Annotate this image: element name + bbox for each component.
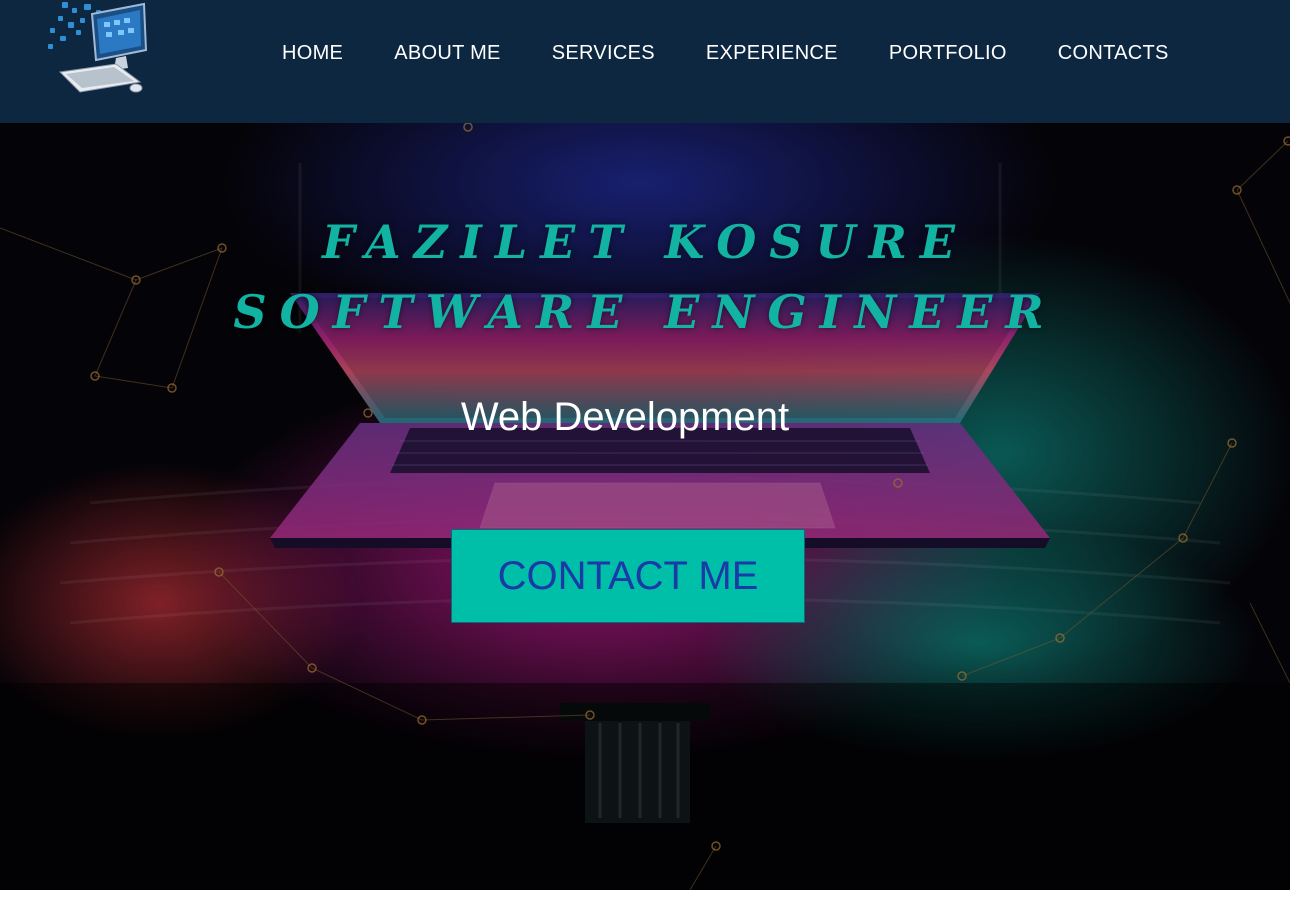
hero-role: SOFTWARE ENGINEER [233,285,1057,339]
nav-portfolio[interactable]: PORTFOLIO [889,40,1007,66]
contact-me-button[interactable]: CONTACT ME [451,529,805,623]
hero-section: FAZILET KOSURE SOFTWARE ENGINEER Web Dev… [0,123,1290,890]
nav-contacts[interactable]: CONTACTS [1058,40,1169,66]
nav-about-me[interactable]: ABOUT ME [394,40,501,66]
nav-home[interactable]: HOME [282,40,343,66]
hero-tagline: Web Development [460,395,790,439]
navbar: HOME ABOUT ME SERVICES EXPERIENCE PORTFO… [0,0,1290,123]
hero-name: FAZILET KOSURE [322,215,968,269]
main-nav: HOME ABOUT ME SERVICES EXPERIENCE PORTFO… [282,40,1169,66]
computer-cloud-logo-icon[interactable] [40,0,160,100]
nav-experience[interactable]: EXPERIENCE [706,40,838,66]
nav-services[interactable]: SERVICES [552,40,655,66]
